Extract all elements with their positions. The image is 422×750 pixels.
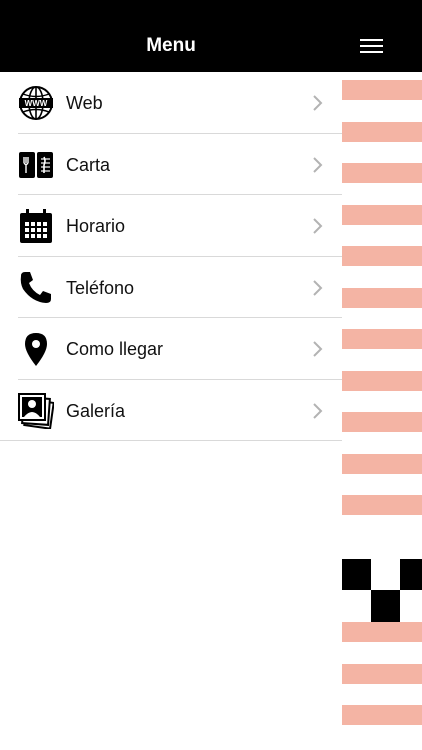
stripe: [342, 412, 422, 432]
svg-text:WWW: WWW: [25, 99, 48, 108]
checker-block: [371, 590, 400, 622]
menu-item-galeria[interactable]: Galería: [0, 380, 342, 441]
www-globe-icon: WWW: [19, 86, 53, 120]
stripe: [342, 205, 422, 225]
menu-item-label: Teléfono: [66, 277, 135, 298]
header-bar: Menu: [0, 0, 422, 72]
side-menu: WWW Web Carta Horario Teléfono Como lleg…: [0, 72, 342, 750]
stripe: [342, 454, 422, 474]
stripe: [342, 80, 422, 100]
hamburger-icon[interactable]: [356, 34, 388, 56]
chevron-right-icon: [313, 402, 323, 419]
chevron-right-icon: [313, 95, 323, 111]
menu-item-carta[interactable]: Carta: [0, 134, 342, 195]
stripe: [342, 371, 422, 391]
calendar-icon: [20, 209, 52, 243]
stripe: [342, 122, 422, 142]
chevron-right-icon: [313, 279, 323, 296]
photo-gallery-icon: [18, 392, 54, 429]
map-pin-icon: [25, 333, 47, 366]
menu-item-label: Horario: [66, 216, 126, 236]
stripe: [342, 495, 422, 515]
stripe: [342, 705, 422, 725]
page-title: Menu: [146, 35, 196, 56]
stripe: [342, 622, 422, 642]
menu-item-label: Como llegar: [66, 339, 164, 359]
menu-item-label: Galería: [66, 400, 126, 421]
stripe: [342, 664, 422, 684]
stripe: [342, 246, 422, 266]
stripe: [342, 163, 422, 183]
stripe: [342, 288, 422, 308]
background-content: [342, 72, 422, 750]
chevron-right-icon: [313, 341, 323, 357]
menu-item-como-llegar[interactable]: Como llegar: [0, 318, 342, 380]
menu-item-telefono[interactable]: Teléfono: [0, 257, 342, 318]
separator: [0, 440, 342, 441]
checker-block: [400, 559, 422, 590]
stripe: [342, 329, 422, 349]
phone-icon: [20, 271, 51, 303]
menu-item-label: Carta: [66, 154, 111, 175]
menu-item-label: Web: [66, 93, 103, 113]
checker-block: [342, 559, 371, 590]
menu-book-icon: [19, 151, 53, 178]
chevron-right-icon: [313, 156, 323, 173]
menu-item-web[interactable]: WWW Web: [0, 72, 342, 134]
menu-item-horario[interactable]: Horario: [0, 195, 342, 257]
chevron-right-icon: [313, 218, 323, 234]
